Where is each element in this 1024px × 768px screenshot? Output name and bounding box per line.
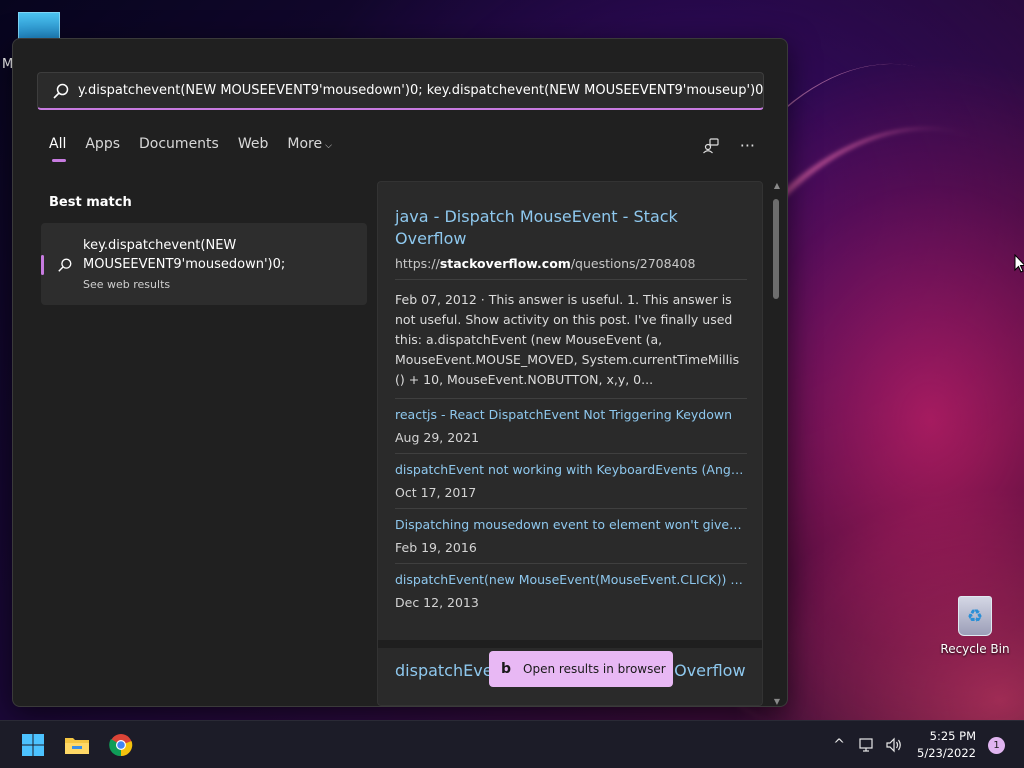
related-link-title[interactable]: Dispatching mousedown event to element w…	[395, 517, 745, 532]
best-match-subtitle: See web results	[83, 278, 171, 291]
best-match-heading: Best match	[49, 195, 132, 210]
scrollbar-thumb[interactable]	[773, 199, 779, 299]
tab-all[interactable]: All	[49, 136, 67, 162]
divider	[395, 508, 747, 509]
tab-documents[interactable]: Documents	[139, 136, 219, 162]
clock-date: 5/23/2022	[917, 746, 976, 760]
search-input[interactable]: y.dispatchevent(NEW MOUSEEVENT9'mousedow…	[78, 83, 763, 98]
related-link-title[interactable]: dispatchEvent not working with KeyboardE…	[395, 462, 745, 477]
web-results-pane: java - Dispatch MouseEvent - Stack Overf…	[377, 181, 763, 706]
search-icon	[53, 83, 69, 99]
related-link-date: Feb 19, 2016	[395, 540, 477, 555]
tab-web[interactable]: Web	[238, 136, 269, 162]
result-separator	[378, 640, 762, 648]
chevron-down-icon: ⌵	[325, 141, 332, 151]
start-windows-icon[interactable]	[20, 733, 46, 757]
network-icon[interactable]	[859, 737, 875, 753]
divider	[395, 279, 747, 280]
bing-icon: b	[501, 661, 512, 677]
tab-more-label: More	[287, 136, 323, 152]
url-path: /questions/2708408	[570, 256, 696, 271]
file-explorer-icon[interactable]	[64, 733, 90, 757]
chevron-up-icon[interactable]: ^	[833, 737, 845, 753]
related-link[interactable]: Dispatching mousedown event to element w…	[395, 517, 747, 555]
open-browser-label: Open results in browser	[523, 662, 666, 676]
tab-more[interactable]: More ⌵	[287, 136, 332, 162]
result-url[interactable]: https://stackoverflow.com/questions/2708…	[395, 256, 747, 271]
scroll-up-icon[interactable]: ▲	[771, 181, 783, 190]
scroll-down-icon[interactable]: ▼	[771, 697, 783, 706]
tab-apps[interactable]: Apps	[85, 136, 120, 162]
volume-icon[interactable]	[885, 737, 903, 753]
search-tools: ···	[702, 136, 755, 155]
related-link-date: Aug 29, 2021	[395, 430, 480, 445]
related-link-title[interactable]: reactjs - React DispatchEvent Not Trigge…	[395, 407, 745, 422]
related-link[interactable]: dispatchEvent not working with KeyboardE…	[395, 462, 747, 500]
clock-time: 5:25 PM	[929, 729, 976, 743]
recycle-bin-label: Recycle Bin	[940, 642, 1010, 656]
search-result-icon	[58, 258, 72, 272]
more-options-icon[interactable]: ···	[740, 136, 755, 155]
taskbar: ^ 5:25 PM 5/23/2022 1	[0, 720, 1024, 768]
divider	[395, 563, 747, 564]
filter-tabs: All Apps Documents Web More ⌵	[49, 136, 351, 162]
related-link-date: Dec 12, 2013	[395, 595, 479, 610]
related-link[interactable]: reactjs - React DispatchEvent Not Trigge…	[395, 407, 747, 445]
open-results-in-browser-button[interactable]: b Open results in browser	[489, 651, 673, 687]
result-snippet: Feb 07, 2012 · This answer is useful. 1.…	[395, 292, 740, 387]
notification-badge[interactable]: 1	[988, 736, 1005, 754]
recycle-bin[interactable]: ♻ Recycle Bin	[940, 596, 1010, 656]
result-title[interactable]: java - Dispatch MouseEvent - Stack Overf…	[395, 206, 747, 250]
best-match-item[interactable]: key.dispatchevent(NEW MOUSEEVENT9'moused…	[41, 223, 367, 305]
chrome-icon[interactable]	[108, 733, 134, 757]
url-prefix: https://	[395, 256, 440, 271]
best-match-title: key.dispatchevent(NEW MOUSEEVENT9'moused…	[83, 238, 286, 272]
system-tray: ^ 5:25 PM 5/23/2022 1	[833, 721, 1024, 768]
search-box[interactable]: y.dispatchevent(NEW MOUSEEVENT9'mousedow…	[37, 72, 764, 110]
account-switch-icon[interactable]	[702, 137, 720, 155]
url-domain: stackoverflow.com	[439, 256, 571, 271]
clock[interactable]: 5:25 PM 5/23/2022	[917, 728, 976, 762]
selection-indicator	[41, 255, 44, 275]
divider	[395, 453, 747, 454]
results-scrollbar[interactable]: ▲ ▼	[771, 181, 783, 706]
search-panel: y.dispatchevent(NEW MOUSEEVENT9'mousedow…	[12, 38, 788, 707]
divider	[395, 398, 747, 399]
related-link-title[interactable]: dispatchEvent(new MouseEvent(MouseEvent.…	[395, 572, 745, 587]
related-link[interactable]: dispatchEvent(new MouseEvent(MouseEvent.…	[395, 572, 747, 610]
related-link-date: Oct 17, 2017	[395, 485, 477, 500]
recycle-bin-icon: ♻	[958, 596, 992, 636]
